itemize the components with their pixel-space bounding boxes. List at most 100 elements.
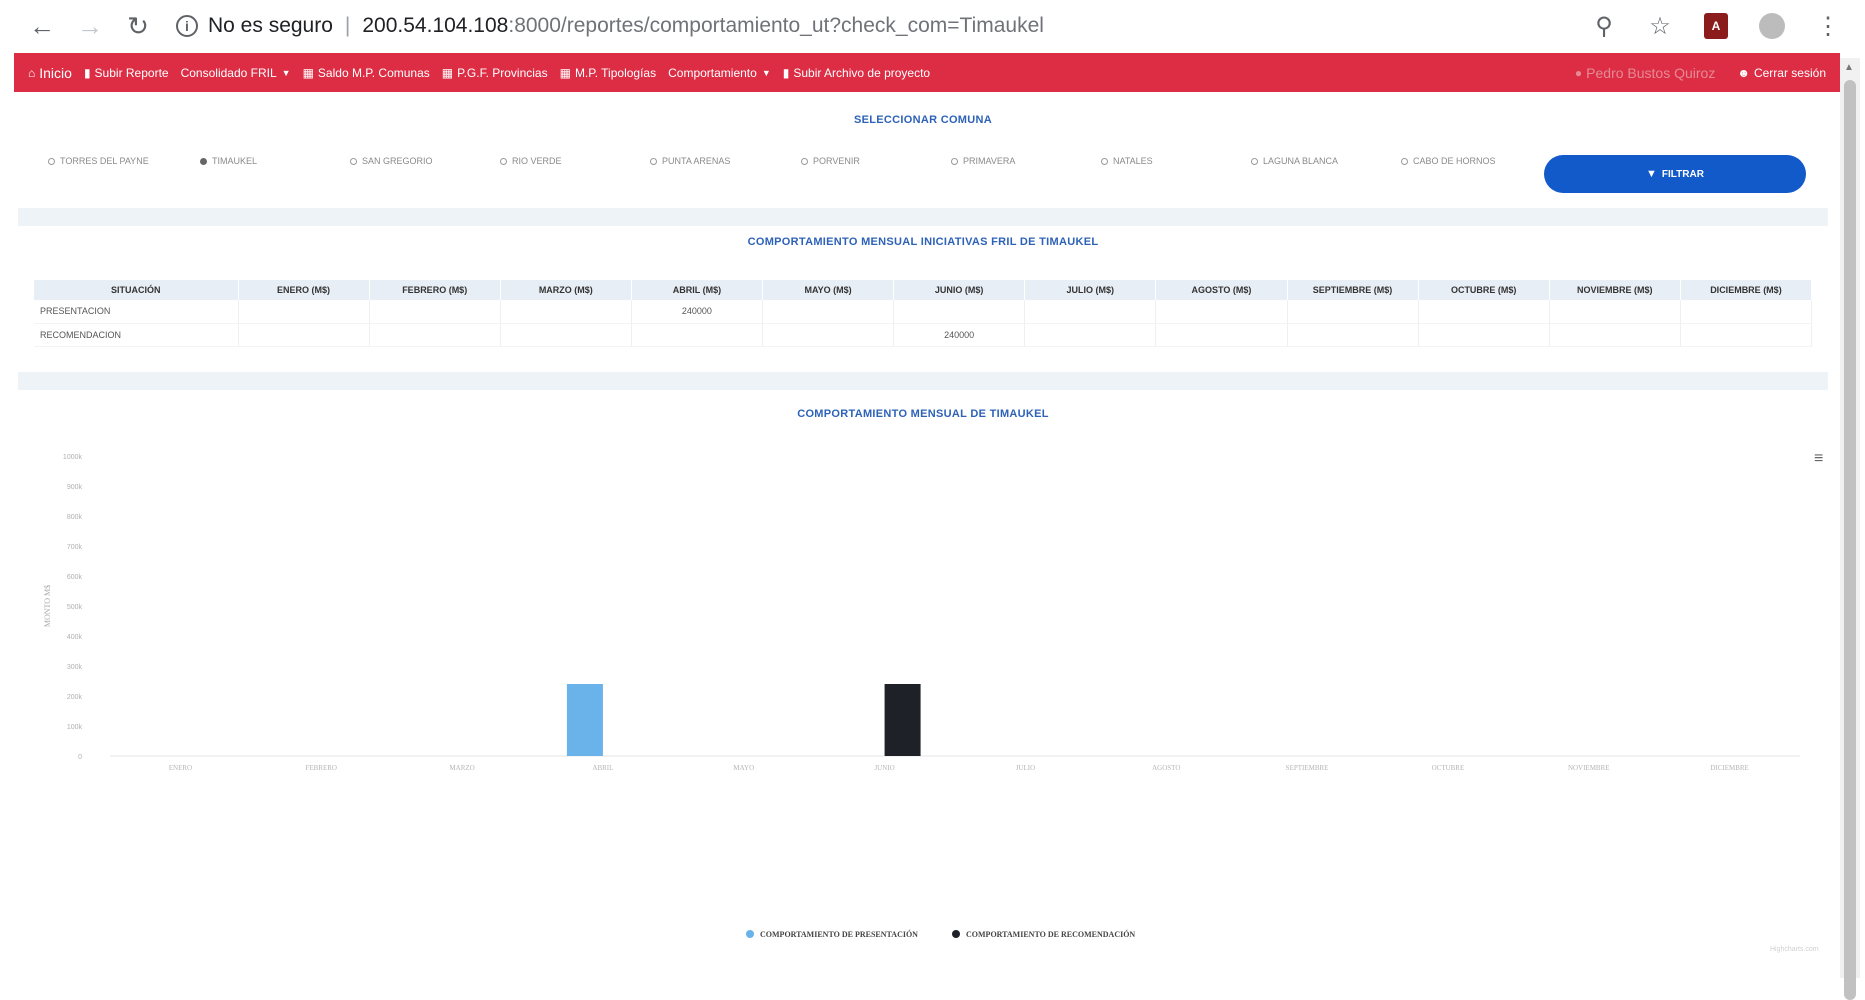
commune-option-rio-verde[interactable]: RIO VERDE: [500, 156, 562, 166]
reload-icon[interactable]: ↻: [118, 6, 158, 46]
radio-button[interactable]: [48, 157, 55, 165]
address-bar[interactable]: i No es seguro | 200.54.104.108:8000/rep…: [176, 14, 1044, 38]
commune-label: PUNTA ARENAS: [662, 156, 731, 166]
url-path: :8000/reportes/comportamiento_ut?check_c…: [508, 14, 1044, 37]
nav-tipologias[interactable]: ▦ M.P. Tipologías: [560, 66, 657, 80]
legend-marker: [952, 930, 960, 938]
radio-button[interactable]: [1101, 157, 1108, 165]
radio-button[interactable]: [1251, 157, 1258, 165]
commune-option-porvenir[interactable]: PORVENIR: [801, 156, 860, 166]
x-tick-label: ENERO: [169, 764, 192, 772]
commune-option-primavera[interactable]: PRIMAVERA: [951, 156, 1015, 166]
table-cell: [369, 323, 501, 347]
nav-consolidado-label: Consolidado FRIL: [180, 65, 277, 80]
table-header-month: AGOSTO (M$): [1155, 280, 1288, 300]
forward-arrow-icon[interactable]: →: [70, 6, 110, 46]
table-cell: [1155, 300, 1288, 324]
commune-option-laguna-blanca[interactable]: LAGUNA BLANCA: [1251, 156, 1338, 166]
file-icon: ▮: [782, 65, 790, 80]
page-scrollbar[interactable]: ▲: [1840, 58, 1860, 1000]
home-icon: ⌂: [28, 65, 36, 80]
y-tick-label: 100k: [67, 724, 83, 731]
radio-button[interactable]: [1401, 157, 1408, 165]
table-cell: [500, 300, 632, 324]
nav-subir-reporte[interactable]: ▮ Subir Reporte: [84, 66, 169, 80]
logout-user-icon: ☻: [1737, 65, 1750, 80]
back-arrow-icon[interactable]: ←: [22, 6, 62, 46]
commune-option-natales[interactable]: NATALES: [1101, 156, 1153, 166]
table-header-month: FEBRERO (M$): [369, 280, 501, 300]
table-header-month: MAYO (M$): [762, 280, 895, 300]
table-header-month: OCTUBRE (M$): [1418, 280, 1550, 300]
radio-button[interactable]: [500, 157, 507, 165]
nav-user[interactable]: ● Pedro Bustos Quiroz: [1575, 65, 1715, 81]
table-cell: [1155, 323, 1288, 347]
commune-option-timaukel[interactable]: TIMAUKEL: [200, 156, 257, 166]
nav-user-label: Pedro Bustos Quiroz: [1586, 64, 1716, 81]
bookmark-star-icon[interactable]: ☆: [1643, 6, 1677, 46]
nav-saldo[interactable]: ▦ Saldo M.P. Comunas: [303, 66, 430, 80]
scroll-thumb[interactable]: [1844, 80, 1856, 1000]
nav-pgf-label: P.G.F. Provincias: [457, 65, 548, 80]
table-cell: [762, 323, 895, 347]
radio-button[interactable]: [801, 157, 808, 165]
y-tick-label: 1000k: [63, 454, 83, 461]
nav-comportamiento[interactable]: Comportamiento ▼: [668, 66, 771, 80]
nav-logout-label: Cerrar sesión: [1753, 65, 1826, 80]
zoom-icon[interactable]: ⚲: [1587, 6, 1621, 46]
table-cell: [631, 323, 764, 347]
table-header-month: ENERO (M$): [238, 280, 370, 300]
table-header-month: NOVIEMBRE (M$): [1549, 280, 1681, 300]
filter-button[interactable]: ▼ FILTRAR: [1544, 155, 1806, 193]
table-header-situacion: SITUACIÓN: [34, 280, 239, 300]
table-cell: [1549, 323, 1681, 347]
profile-avatar-icon[interactable]: [1755, 6, 1789, 46]
commune-option-punta-arenas[interactable]: PUNTA ARENAS: [650, 156, 730, 166]
radio-button-checked[interactable]: [200, 157, 207, 165]
commune-option-cabo-de-hornos[interactable]: CABO DE HORNOS: [1401, 156, 1496, 166]
user-circle-icon: ●: [1574, 65, 1583, 80]
nav-tipologias-label: M.P. Tipologías: [574, 65, 657, 80]
radio-button[interactable]: [650, 157, 657, 165]
commune-option-torres-del-payne[interactable]: TORRES DEL PAYNE: [48, 156, 149, 166]
scroll-up-arrow-icon[interactable]: ▲: [1844, 62, 1854, 73]
table-header-month: JUNIO (M$): [893, 280, 1026, 300]
section-divider: [18, 372, 1828, 390]
chart-panel: COMPORTAMIENTO MENSUAL DE TIMAUKEL ≡ 0 10…: [18, 390, 1828, 964]
table-row: RECOMENDACION 240000: [34, 323, 1813, 347]
table-row-label: PRESENTACION: [34, 300, 239, 324]
radio-button[interactable]: [350, 157, 357, 165]
commune-label: TORRES DEL PAYNE: [60, 156, 149, 166]
table-cell: [369, 300, 501, 324]
commune-option-san-gregorio[interactable]: SAN GREGORIO: [350, 156, 433, 166]
nav-subir-archivo[interactable]: ▮ Subir Archivo de proyecto: [783, 66, 930, 80]
legend-label: COMPORTAMIENTO DE RECOMENDACIÓN: [966, 929, 1135, 939]
nav-consolidado[interactable]: Consolidado FRIL ▼: [181, 66, 291, 80]
browser-menu-icon[interactable]: ⋮: [1811, 6, 1845, 46]
y-axis-label: MONTO M$: [43, 585, 52, 627]
table-header-month: MARZO (M$): [500, 280, 632, 300]
table-cell: [893, 300, 1026, 324]
commune-label: PRIMAVERA: [963, 156, 1016, 166]
x-tick-label: OCTUBRE: [1432, 764, 1465, 772]
nav-inicio[interactable]: ⌂ Inicio: [28, 65, 72, 81]
nav-saldo-label: Saldo M.P. Comunas: [317, 65, 430, 80]
radio-button[interactable]: [951, 157, 958, 165]
commune-label: TIMAUKEL: [212, 156, 258, 166]
pdf-extension-icon[interactable]: A: [1699, 6, 1733, 46]
table-title: COMPORTAMIENTO MENSUAL INICIATIVAS FRIL …: [747, 236, 1099, 248]
x-tick-label: MARZO: [449, 764, 474, 772]
nav-logout[interactable]: ☻ Cerrar sesión: [1737, 66, 1826, 80]
table-cell: [1024, 323, 1157, 347]
nav-subir-reporte-label: Subir Reporte: [94, 65, 169, 80]
info-icon[interactable]: i: [176, 15, 198, 37]
chart-credits: Highcharts.com: [1770, 946, 1819, 953]
table-row-label: RECOMENDACION: [34, 323, 239, 347]
nav-pgf[interactable]: ▦ P.G.F. Provincias: [442, 66, 548, 80]
bar-chart: 0 100k 200k 300k 400k 500k 600k 700k 800k 900k 100…: [43, 454, 1800, 939]
table-header-month: JULIO (M$): [1024, 280, 1157, 300]
bar-recomendacion: [884, 684, 921, 756]
x-tick-label: SEPTIEMBRE: [1286, 764, 1329, 772]
commune-label: PORVENIR: [813, 156, 860, 166]
table-cell: [238, 323, 370, 347]
